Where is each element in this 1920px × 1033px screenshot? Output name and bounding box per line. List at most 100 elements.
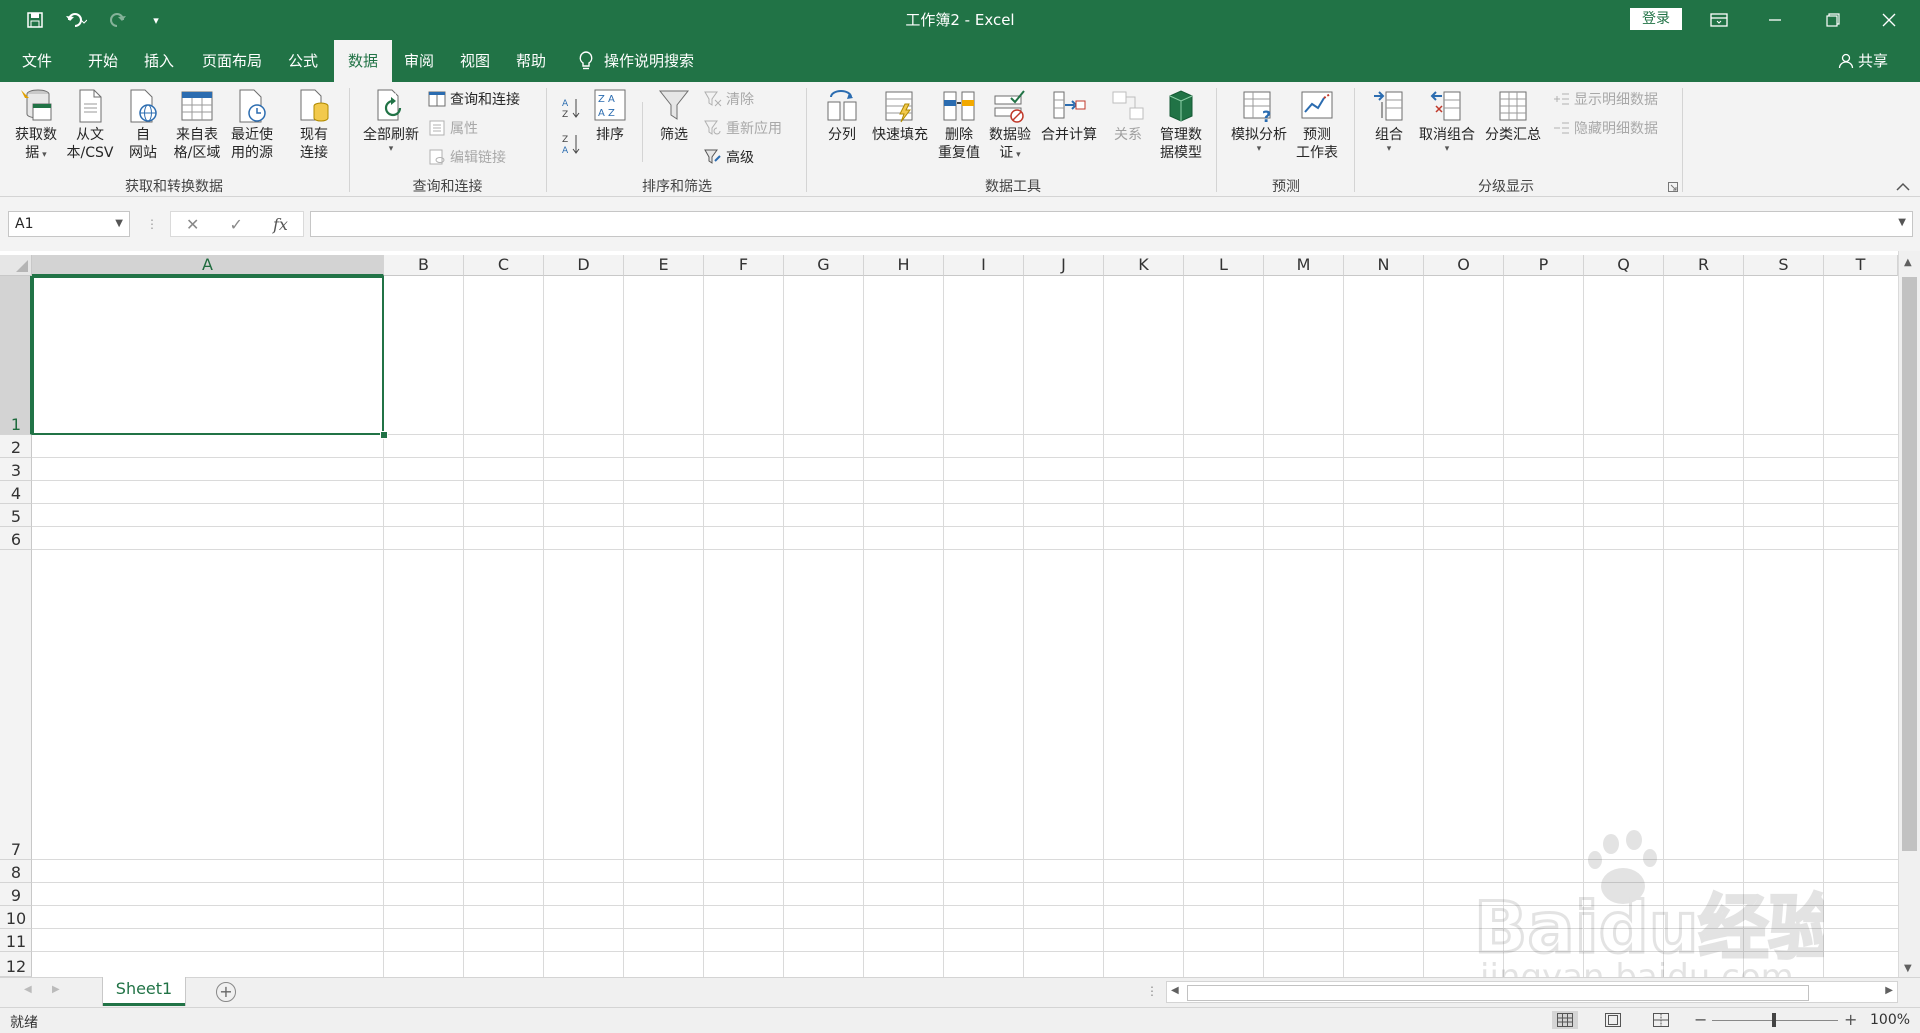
column-header[interactable]: O	[1424, 255, 1504, 276]
data-validation-button[interactable]: 数据验 证 ▾	[986, 88, 1034, 162]
edit-links-button[interactable]: 编辑链接	[428, 146, 506, 168]
name-box[interactable]: A1 ▼	[8, 211, 130, 237]
consolidate-button[interactable]: 合并计算	[1036, 88, 1102, 144]
tab-file[interactable]: 文件	[8, 40, 66, 82]
row-header[interactable]: 10	[0, 906, 32, 929]
clear-filter-button[interactable]: 清除	[704, 88, 754, 110]
scroll-left-icon[interactable]: ◀	[1171, 985, 1179, 996]
subtotal-button[interactable]: 分类汇总	[1480, 88, 1546, 144]
sort-descending-button[interactable]: ZA	[560, 132, 582, 154]
existing-connections-button[interactable]: 现有 连接	[290, 88, 338, 162]
minimize-icon[interactable]	[1752, 0, 1798, 40]
tab-page-layout[interactable]: 页面布局	[188, 40, 276, 82]
row-header[interactable]: 2	[0, 435, 32, 458]
sort-ascending-button[interactable]: AZ	[560, 96, 582, 118]
column-header[interactable]: T	[1824, 255, 1898, 276]
scroll-up-icon[interactable]: ▲	[1904, 257, 1912, 268]
tell-me-search[interactable]: 操作说明搜索	[578, 40, 694, 82]
remove-duplicates-button[interactable]: 删除 重复值	[936, 88, 982, 162]
zoom-out-button[interactable]: −	[1694, 1010, 1707, 1029]
row-header[interactable]: 3	[0, 458, 32, 481]
tab-review[interactable]: 审阅	[390, 40, 448, 82]
restore-icon[interactable]	[1810, 0, 1856, 40]
expand-formula-icon[interactable]: ▼	[1898, 217, 1906, 228]
worksheet-grid[interactable]: A B C D E F G H I J K L M N O P Q R S T …	[0, 251, 1920, 977]
scroll-down-icon[interactable]: ▼	[1904, 963, 1912, 974]
row-header[interactable]: 11	[0, 929, 32, 952]
enter-icon[interactable]: ✓	[230, 215, 243, 234]
manage-data-model-button[interactable]: 管理数 据模型	[1154, 88, 1208, 162]
ribbon-display-icon[interactable]	[1696, 0, 1742, 40]
column-header[interactable]: F	[704, 255, 784, 276]
formula-input[interactable]: ▼	[310, 211, 1913, 237]
vertical-scrollbar[interactable]: ▲ ▼	[1898, 251, 1920, 977]
page-layout-view-icon[interactable]	[1600, 1011, 1626, 1029]
column-header[interactable]: D	[544, 255, 624, 276]
row-header[interactable]: 5	[0, 504, 32, 527]
group-button[interactable]: 组合 ▾	[1364, 88, 1414, 154]
row-header[interactable]: 12	[0, 952, 32, 977]
scroll-thumb[interactable]	[1902, 277, 1917, 851]
share-button[interactable]: 共享	[1838, 40, 1888, 82]
outline-settings-launcher-icon[interactable]	[1668, 180, 1678, 196]
cancel-icon[interactable]: ✕	[186, 215, 199, 234]
column-header[interactable]: B	[384, 255, 464, 276]
column-header-a[interactable]: A	[32, 255, 384, 276]
advanced-filter-button[interactable]: 高级	[704, 146, 754, 168]
tab-split-handle-icon[interactable]: ⋮	[1146, 984, 1158, 998]
column-header[interactable]: G	[784, 255, 864, 276]
get-data-button[interactable]: 获取数 据 ▾	[10, 88, 62, 162]
tab-formulas[interactable]: 公式	[274, 40, 332, 82]
column-header[interactable]: N	[1344, 255, 1424, 276]
column-header[interactable]: Q	[1584, 255, 1664, 276]
add-sheet-icon[interactable]: +	[216, 982, 236, 1002]
zoom-in-button[interactable]: +	[1844, 1010, 1857, 1029]
column-header[interactable]: E	[624, 255, 704, 276]
properties-button[interactable]: 属性	[428, 117, 478, 139]
login-button[interactable]: 登录	[1630, 8, 1682, 30]
column-header[interactable]: K	[1104, 255, 1184, 276]
filter-button[interactable]: 筛选	[652, 88, 696, 144]
row-header[interactable]: 9	[0, 883, 32, 906]
from-text-csv-button[interactable]: 从文 本/CSV	[64, 88, 116, 162]
column-header[interactable]: J	[1024, 255, 1104, 276]
column-header[interactable]: M	[1264, 255, 1344, 276]
ungroup-button[interactable]: 取消组合 ▾	[1414, 88, 1480, 154]
normal-view-icon[interactable]	[1552, 1011, 1578, 1029]
sort-button[interactable]: Z A A Z 排序	[590, 88, 630, 144]
row-header[interactable]: 6	[0, 527, 32, 550]
tab-home[interactable]: 开始	[74, 40, 132, 82]
collapse-ribbon-icon[interactable]	[1896, 180, 1910, 196]
row-header-1[interactable]: 1	[0, 276, 32, 435]
prev-sheet-icon[interactable]: ◀	[24, 984, 32, 995]
relationships-button[interactable]: 关系	[1106, 88, 1150, 144]
sheet-tab-sheet1[interactable]: Sheet1	[103, 977, 185, 1006]
column-header[interactable]: R	[1664, 255, 1744, 276]
scroll-thumb[interactable]	[1187, 985, 1809, 1001]
zoom-level[interactable]: 100%	[1870, 1012, 1910, 1028]
recent-sources-button[interactable]: 最近使 用的源	[224, 88, 280, 162]
refresh-all-button[interactable]: 全部刷新 ▾	[358, 88, 424, 154]
show-detail-button[interactable]: 显示明细数据	[1552, 88, 1658, 110]
tab-view[interactable]: 视图	[446, 40, 504, 82]
page-break-view-icon[interactable]	[1648, 1011, 1674, 1029]
hide-detail-button[interactable]: 隐藏明细数据	[1552, 117, 1658, 139]
column-header[interactable]: C	[464, 255, 544, 276]
what-if-analysis-button[interactable]: ? 模拟分析 ▾	[1226, 88, 1292, 154]
column-header[interactable]: I	[944, 255, 1024, 276]
flash-fill-button[interactable]: 快速填充	[868, 88, 932, 144]
column-header[interactable]: L	[1184, 255, 1264, 276]
text-to-columns-button[interactable]: 分列	[820, 88, 864, 144]
close-icon[interactable]	[1866, 0, 1912, 40]
forecast-sheet-button[interactable]: 预测 工作表	[1294, 88, 1340, 162]
reapply-button[interactable]: 重新应用	[704, 117, 782, 139]
row-header[interactable]: 8	[0, 860, 32, 883]
column-header[interactable]: H	[864, 255, 944, 276]
column-header[interactable]: P	[1504, 255, 1584, 276]
selected-cell-a1[interactable]	[32, 276, 384, 435]
column-header[interactable]: S	[1744, 255, 1824, 276]
fill-handle[interactable]	[380, 431, 388, 439]
queries-connections-button[interactable]: 查询和连接	[428, 88, 520, 110]
row-header[interactable]: 7	[0, 550, 32, 860]
from-web-button[interactable]: 自 网站	[120, 88, 166, 162]
